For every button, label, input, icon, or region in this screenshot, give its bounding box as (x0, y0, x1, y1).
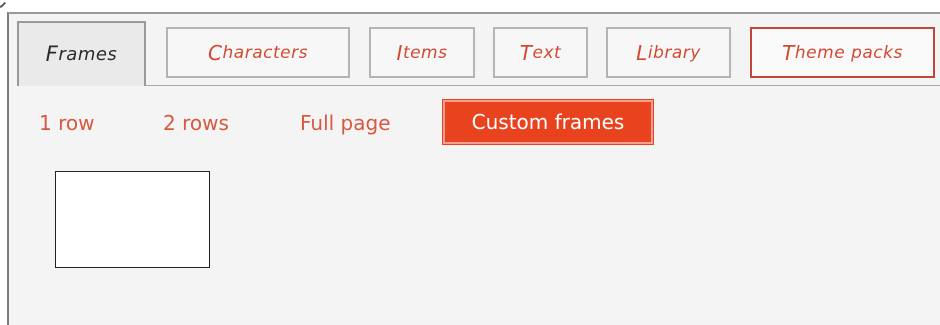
tab-characters-initial: C (208, 40, 223, 65)
tab-characters-label: haracters (222, 42, 308, 63)
tab-frames-label: rames (58, 44, 118, 65)
tab-bar: Frames Characters Items Text Library The… (17, 19, 940, 94)
tab-theme-packs[interactable]: Theme packs (750, 27, 935, 78)
tab-theme-packs-initial: T (782, 40, 795, 65)
frame-layout-options: 1 row 2 rows Full page Custom frames (39, 100, 940, 146)
tab-text-initial: T (519, 40, 533, 65)
layout-1-row-link[interactable]: 1 row (39, 104, 94, 142)
tab-frames-initial: F (45, 42, 59, 67)
comic-editor-panel: Frames Characters Items Text Library The… (7, 12, 940, 325)
tab-frames[interactable]: Frames (17, 21, 146, 86)
tab-text-label: ext (532, 42, 562, 63)
tab-library[interactable]: Library (606, 27, 731, 78)
tab-library-label: ibrary (647, 42, 701, 63)
tab-bar-divider (17, 85, 940, 86)
custom-frame-thumbnail[interactable] (55, 171, 210, 268)
tab-theme-packs-label: heme packs (794, 42, 903, 63)
window-corner-mark (0, 0, 7, 9)
tab-characters[interactable]: Characters (166, 27, 350, 78)
custom-frames-button[interactable]: Custom frames (443, 100, 653, 144)
tab-text[interactable]: Text (493, 27, 588, 78)
tab-items[interactable]: Items (369, 27, 475, 78)
tab-items-label: tems (402, 42, 448, 63)
tab-library-initial: L (636, 40, 648, 65)
layout-full-page-link[interactable]: Full page (300, 104, 391, 142)
layout-2-rows-link[interactable]: 2 rows (163, 104, 229, 142)
